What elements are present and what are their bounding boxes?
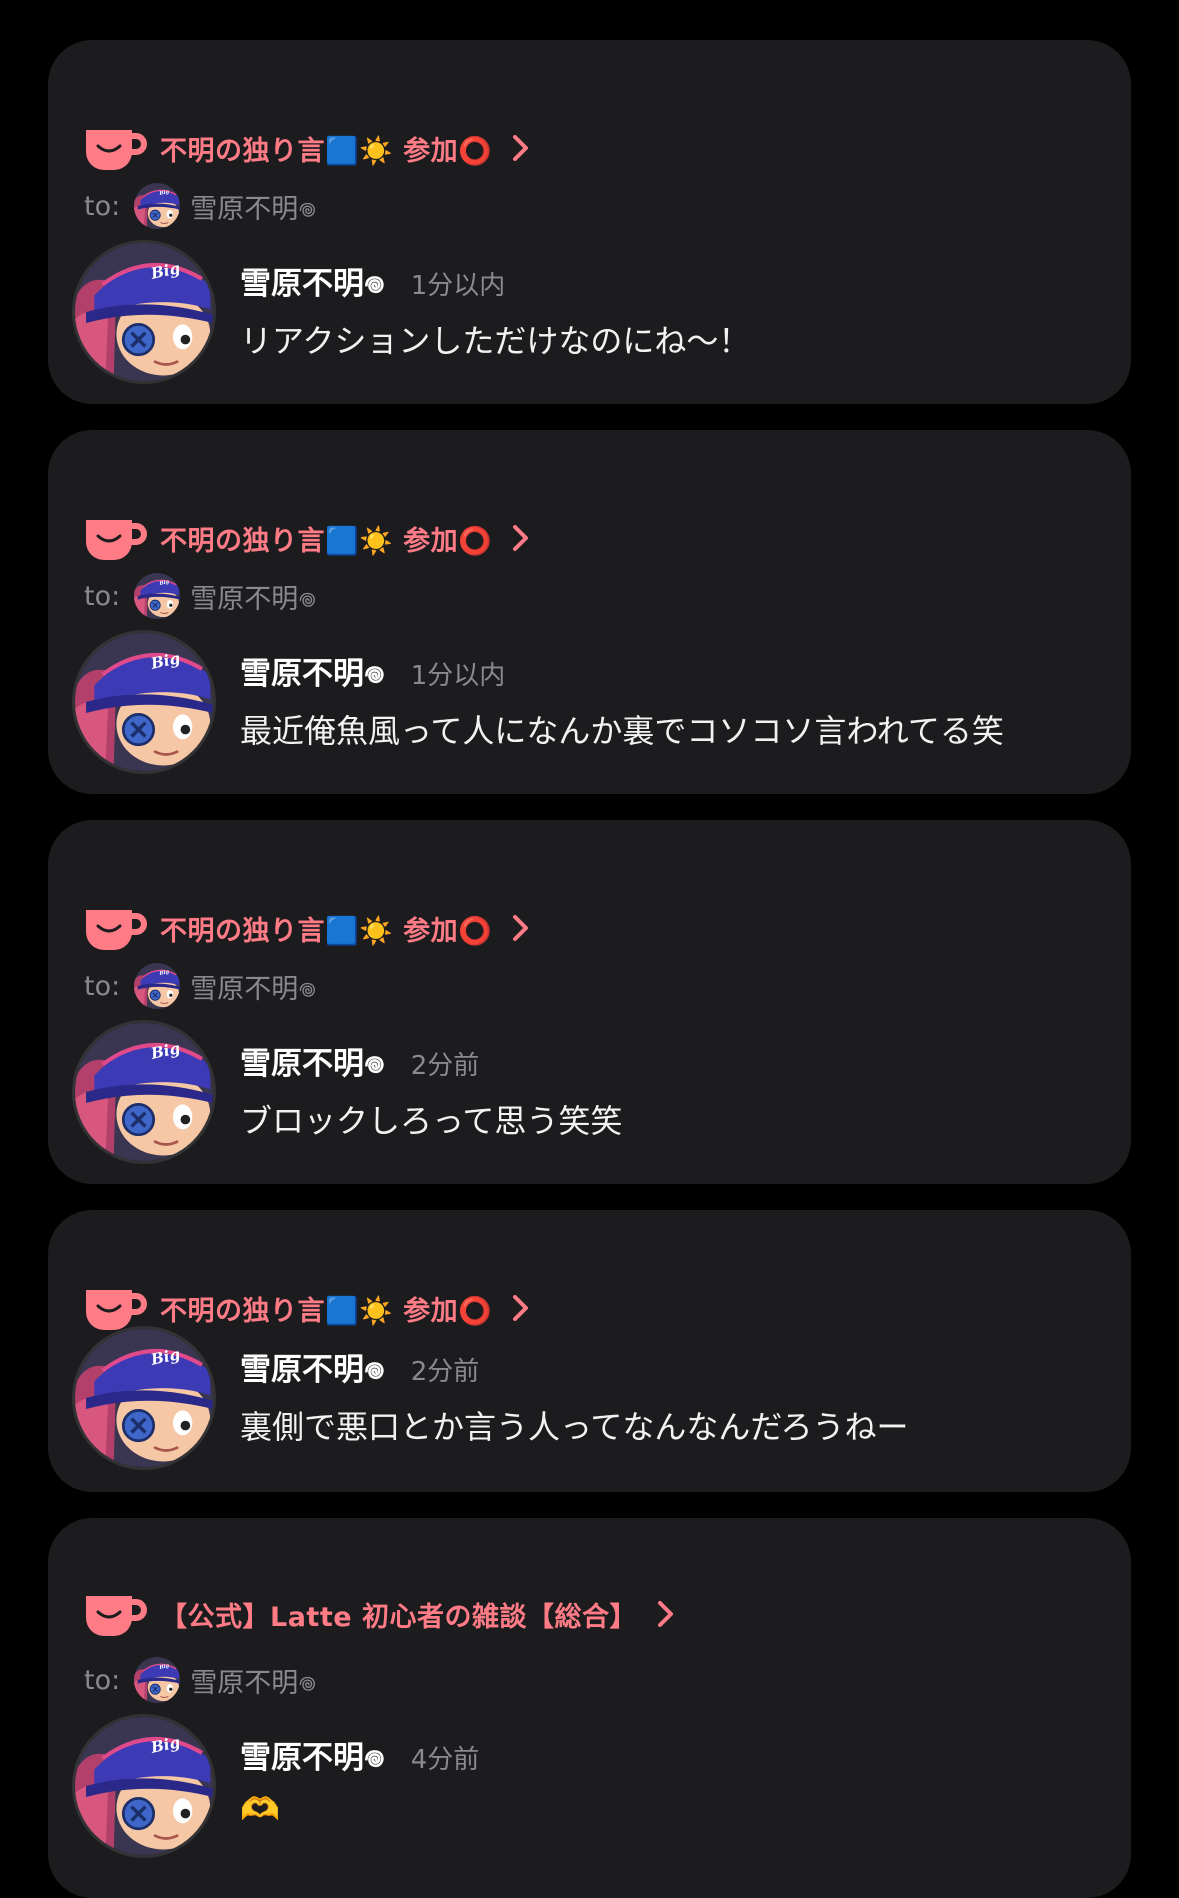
post-message: 最近俺魚風って人になんか裏でコソコソ言われてる笑 (240, 712, 1004, 750)
to-label: to: (84, 580, 121, 612)
post-time: 4分前 (410, 1745, 480, 1775)
post-message: 裏側で悪口とか言う人ってなんなんだろうねー (240, 1408, 909, 1446)
post-body: Big 雪原不明𖦹 4分前 🫶 (72, 1714, 1107, 1864)
avatar-image: Big (75, 1329, 213, 1467)
post-card[interactable]: 不明の独り言🟦☀️ 参加⭕️ to: Big 雪原不明𖦹 Big 雪 (48, 820, 1131, 1184)
channel-link[interactable]: 不明の独り言🟦☀️ 参加⭕️ (82, 898, 532, 958)
avatar-image: Big (134, 963, 181, 1009)
recipient-row: to: Big 雪原不明𖦹 (84, 962, 316, 1010)
channel-link[interactable]: 【公式】Latte 初心者の雑談【総合】 (82, 1584, 677, 1644)
coffee-cup-icon (86, 1596, 147, 1636)
post-message: ブロックしろって思う笑笑 (240, 1102, 623, 1140)
channel-link[interactable]: 不明の独り言🟦☀️ 参加⭕️ (82, 118, 532, 178)
post-time: 2分前 (410, 1051, 480, 1081)
post-time: 1分以内 (410, 661, 506, 691)
author-name[interactable]: 雪原不明𖦹 (240, 258, 385, 304)
post-body: Big 雪原不明𖦹 2分前 裏側で悪口とか言う人ってなんなんだろうねー (72, 1326, 1107, 1476)
post-body: Big 雪原不明𖦹 2分前 ブロックしろって思う笑笑 (72, 1020, 1107, 1170)
chevron-right-icon (513, 915, 529, 941)
channel-name: 【公式】Latte 初心者の雑談【総合】 (160, 1601, 637, 1633)
recipient-name: 雪原不明𖦹 (190, 193, 317, 225)
chevron-right-icon (657, 1601, 673, 1627)
channel-name: 不明の独り言🟦☀️ 参加⭕️ (160, 135, 493, 167)
recipient-avatar[interactable]: Big (134, 963, 181, 1009)
post-body: Big 雪原不明𖦹 1分以内 最近俺魚風って人になんか裏でコソコソ言われてる笑 (72, 630, 1107, 780)
avatar-image: Big (75, 633, 213, 771)
post-message: 🫶 (240, 1790, 280, 1828)
recipient-name: 雪原不明𖦹 (190, 973, 317, 1005)
avatar-image: Big (134, 573, 181, 619)
author-avatar[interactable]: Big (72, 1020, 216, 1164)
avatar-image: Big (134, 183, 181, 229)
channel-name: 不明の独り言🟦☀️ 参加⭕️ (160, 1295, 493, 1327)
avatar-image: Big (134, 1657, 181, 1703)
channel-link[interactable]: 不明の独り言🟦☀️ 参加⭕️ (82, 508, 532, 568)
avatar-image: Big (75, 1023, 213, 1161)
author-line: 雪原不明𖦹 1分以内 (240, 258, 505, 304)
recipient-name: 雪原不明𖦹 (190, 583, 317, 615)
recipient-avatar[interactable]: Big (134, 1657, 181, 1703)
post-body: Big 雪原不明𖦹 1分以内 リアクションしただけなのにね〜！ (72, 240, 1107, 390)
post-time: 1分以内 (410, 271, 506, 301)
to-label: to: (84, 190, 121, 222)
author-avatar[interactable]: Big (72, 1326, 216, 1470)
author-line: 雪原不明𖦹 4分前 (240, 1732, 479, 1778)
channel-name: 不明の独り言🟦☀️ 参加⭕️ (160, 525, 493, 557)
post-card[interactable]: 不明の独り言🟦☀️ 参加⭕️ to: Big 雪原不明𖦹 Big 雪 (48, 430, 1131, 794)
recipient-avatar[interactable]: Big (134, 573, 181, 619)
coffee-cup-icon (86, 130, 147, 170)
recipient-avatar[interactable]: Big (134, 183, 181, 229)
post-card[interactable]: 不明の独り言🟦☀️ 参加⭕️ Big 雪原不明𖦹 2分前 裏側で悪口とか言う人っ… (48, 1210, 1131, 1492)
recipient-row: to: Big 雪原不明𖦹 (84, 572, 316, 620)
avatar-image: Big (75, 1717, 213, 1855)
author-name[interactable]: 雪原不明𖦹 (240, 1344, 385, 1390)
post-card[interactable]: 不明の独り言🟦☀️ 参加⭕️ to: Big 雪原不明𖦹 Big 雪 (48, 40, 1131, 404)
author-name[interactable]: 雪原不明𖦹 (240, 1732, 385, 1778)
post-message: リアクションしただけなのにね〜！ (240, 322, 751, 360)
author-avatar[interactable]: Big (72, 630, 216, 774)
author-name[interactable]: 雪原不明𖦹 (240, 1038, 385, 1084)
to-label: to: (84, 1664, 121, 1696)
author-name[interactable]: 雪原不明𖦹 (240, 648, 385, 694)
author-line: 雪原不明𖦹 2分前 (240, 1038, 479, 1084)
post-card[interactable]: 【公式】Latte 初心者の雑談【総合】 to: Big 雪原不明𖦹 Big 雪… (48, 1518, 1131, 1898)
chevron-right-icon (513, 525, 529, 551)
recipient-row: to: Big 雪原不明𖦹 (84, 182, 316, 230)
feed: 不明の独り言🟦☀️ 参加⭕️ to: Big 雪原不明𖦹 Big 雪原不明𖦹 1… (0, 0, 1179, 1898)
recipient-row: to: Big 雪原不明𖦹 (84, 1656, 316, 1704)
recipient-name: 雪原不明𖦹 (190, 1667, 317, 1699)
avatar-image: Big (75, 243, 213, 381)
chevron-right-icon (513, 135, 529, 161)
chevron-right-icon (513, 1295, 529, 1321)
channel-name: 不明の独り言🟦☀️ 参加⭕️ (160, 915, 493, 947)
coffee-cup-icon (86, 520, 147, 560)
author-line: 雪原不明𖦹 2分前 (240, 1344, 479, 1390)
author-avatar[interactable]: Big (72, 1714, 216, 1858)
author-line: 雪原不明𖦹 1分以内 (240, 648, 505, 694)
post-time: 2分前 (410, 1357, 480, 1387)
coffee-cup-icon (86, 910, 147, 950)
author-avatar[interactable]: Big (72, 240, 216, 384)
to-label: to: (84, 970, 121, 1002)
